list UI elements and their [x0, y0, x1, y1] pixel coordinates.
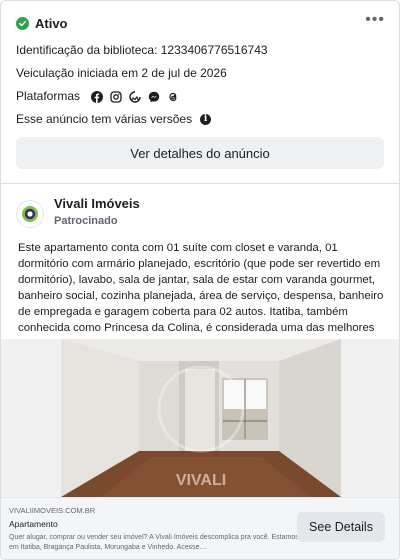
check-circle-icon — [16, 16, 29, 30]
status-row: Ativo — [16, 13, 384, 33]
link-domain: VIVALIIMOVEIS.COM.BR — [9, 506, 96, 515]
start-date: Veiculação iniciada em 2 de jul de 2026 — [16, 66, 227, 80]
platforms-label: Plataformas — [16, 89, 81, 103]
ad-body-text: Este apartamento conta com 01 suíte com … — [18, 242, 384, 334]
ad-card: Ativo ••• Identificação da biblioteca: 1… — [0, 0, 400, 560]
threads-icon — [167, 91, 179, 103]
advertiser-info: Vivali Imóveis Patrocinado — [54, 196, 140, 227]
ad-media[interactable]: VIVALI — [1, 339, 399, 497]
facebook-icon — [91, 90, 104, 103]
more-options-button[interactable]: ••• — [365, 11, 385, 29]
apartment-photo: VIVALI — [61, 339, 341, 497]
advertiser-name[interactable]: Vivali Imóveis — [54, 196, 140, 212]
advertiser-avatar[interactable] — [16, 200, 44, 228]
advertiser-header: Vivali Imóveis Patrocinado — [1, 184, 399, 228]
vivali-logo-icon — [22, 206, 38, 222]
platforms-row: Plataformas — [16, 89, 384, 104]
link-description: Quer alugar, comprar ou vender seu imóve… — [9, 534, 299, 551]
link-footer[interactable]: VIVALIIMOVEIS.COM.BR Apartamento Quer al… — [1, 497, 399, 559]
link-info: VIVALIIMOVEIS.COM.BR Apartamento Quer al… — [9, 506, 299, 553]
messenger-icon — [148, 91, 160, 103]
platform-icons — [91, 90, 179, 103]
info-icon[interactable]: i — [200, 114, 212, 125]
ad-meta-section: Ativo ••• Identificação da biblioteca: 1… — [1, 1, 399, 169]
versions-row: Esse anúncio tem várias versões i — [16, 112, 384, 127]
library-id: Identificação da biblioteca: 12334067765… — [16, 43, 268, 57]
watermark: VIVALI — [176, 472, 226, 489]
versions-note: Esse anúncio tem várias versões — [16, 112, 193, 126]
link-title: Apartamento — [9, 519, 58, 529]
audience-network-icon — [129, 90, 141, 103]
status-badge: Ativo — [16, 16, 68, 31]
ad-details-button[interactable]: Ver detalhes do anúncio — [16, 137, 384, 169]
status-label: Ativo — [35, 15, 68, 31]
sponsored-label: Patrocinado — [54, 215, 118, 227]
instagram-icon — [110, 90, 122, 103]
see-details-button[interactable]: See Details — [297, 512, 385, 542]
